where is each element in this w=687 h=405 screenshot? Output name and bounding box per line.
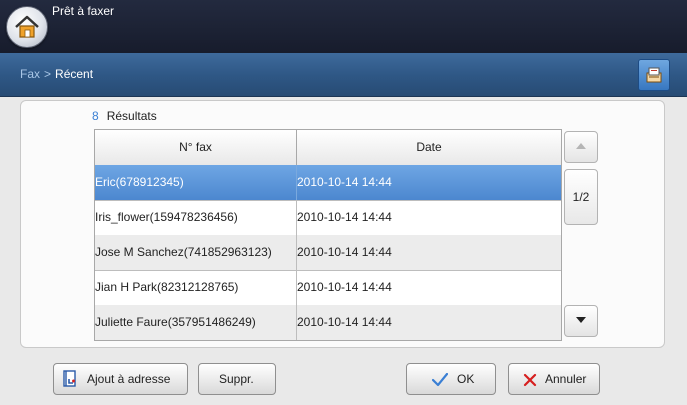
home-button[interactable] <box>6 6 48 48</box>
column-header-fax[interactable]: N° fax <box>95 130 297 165</box>
delete-button[interactable]: Suppr. <box>198 363 276 395</box>
fax-number-cell: Juliette Faure(357951486249) <box>95 305 297 340</box>
breadcrumb-separator: > <box>44 67 52 81</box>
cancel-button[interactable]: Annuler <box>508 363 600 395</box>
table-row[interactable]: Juliette Faure(357951486249) 2010-10-14 … <box>95 305 561 340</box>
page-indicator: 1/2 <box>564 169 598 225</box>
arrow-down-icon <box>576 317 586 323</box>
table-scroll-controls: 1/2 <box>562 129 598 339</box>
ok-button[interactable]: OK <box>406 363 496 395</box>
add-to-address-button[interactable]: Ajout à adresse <box>53 363 188 395</box>
arrow-up-icon <box>576 143 586 149</box>
table-row[interactable]: Jose M Sanchez(741852963123) 2010-10-14 … <box>95 235 561 271</box>
check-icon <box>432 373 448 387</box>
date-cell: 2010-10-14 14:44 <box>297 210 392 224</box>
breadcrumb-parent[interactable]: Fax <box>20 67 40 81</box>
results-label: Résultats <box>106 109 157 123</box>
date-cell: 2010-10-14 14:44 <box>297 245 392 259</box>
date-cell: 2010-10-14 14:44 <box>297 315 392 329</box>
cancel-label: Annuler <box>545 372 587 386</box>
top-status-bar: Prêt à faxer <box>0 0 687 53</box>
table-row[interactable]: Iris_flower(159478236456) 2010-10-14 14:… <box>95 200 561 236</box>
column-header-date[interactable]: Date <box>297 130 561 165</box>
home-icon <box>15 15 39 38</box>
date-cell: 2010-10-14 14:44 <box>297 280 392 294</box>
app-title: Prêt à faxer <box>52 4 115 18</box>
table-row[interactable]: Eric(678912345) 2010-10-14 14:44 <box>95 165 561 201</box>
results-summary: 8 Résultats <box>92 109 157 123</box>
scroll-up-button[interactable] <box>564 131 598 163</box>
breadcrumb-current: Récent <box>55 67 94 81</box>
add-to-address-label: Ajout à adresse <box>87 372 171 386</box>
tray-icon <box>646 67 662 83</box>
recent-fax-table: N° fax Date Eric(678912345) 2010-10-14 1… <box>94 129 562 341</box>
table-header: N° fax Date <box>95 130 561 166</box>
fax-number-cell: Jose M Sanchez(741852963123) <box>95 235 297 270</box>
breadcrumb: Fax > Récent <box>20 67 93 81</box>
date-cell: 2010-10-14 14:44 <box>297 175 392 189</box>
table-row[interactable]: Jian H Park(82312128765) 2010-10-14 14:4… <box>95 270 561 306</box>
results-count: 8 <box>92 109 99 123</box>
delete-label: Suppr. <box>219 372 254 386</box>
fax-number-cell: Eric(678912345) <box>95 165 297 200</box>
ok-label: OK <box>457 372 475 386</box>
address-book-icon <box>63 370 76 387</box>
fax-number-cell: Jian H Park(82312128765) <box>95 270 297 305</box>
scroll-down-button[interactable] <box>564 305 598 337</box>
breadcrumb-bar: Fax > Récent <box>0 53 687 97</box>
close-icon <box>523 373 537 387</box>
fax-number-cell: Iris_flower(159478236456) <box>95 200 297 235</box>
job-status-button[interactable] <box>638 59 670 91</box>
